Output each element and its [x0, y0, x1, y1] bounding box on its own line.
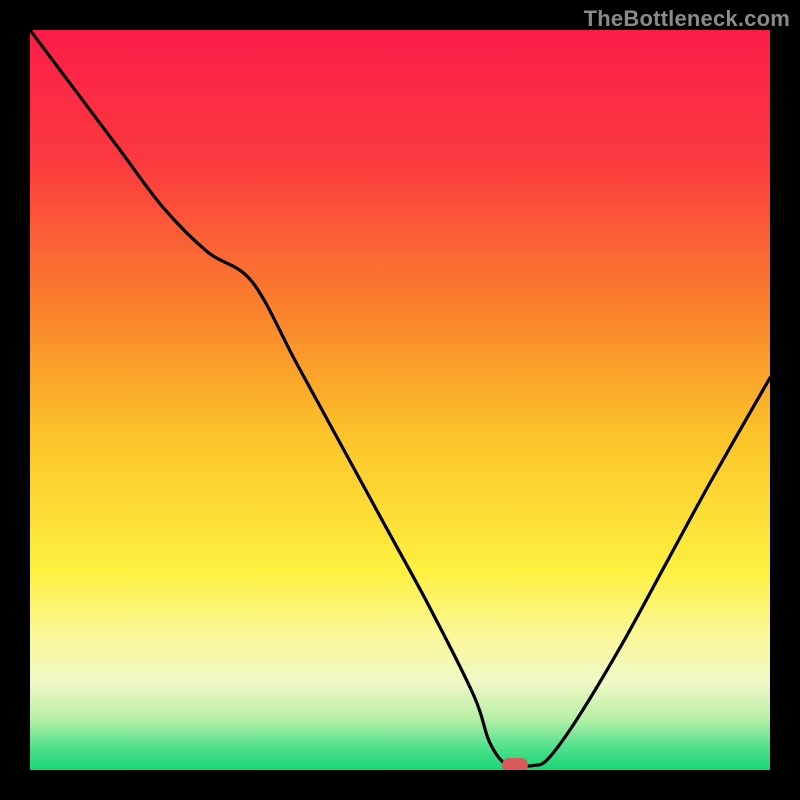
watermark-text: TheBottleneck.com — [584, 6, 790, 32]
plot-area — [30, 30, 770, 770]
background-gradient — [30, 30, 770, 770]
chart-frame: TheBottleneck.com — [0, 0, 800, 800]
